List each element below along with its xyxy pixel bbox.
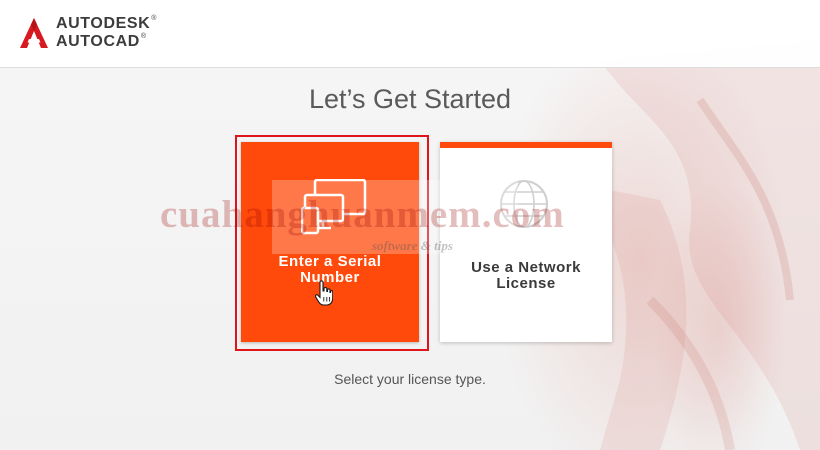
- license-type-prompt: Select your license type.: [334, 371, 486, 387]
- hand-cursor-icon: [315, 280, 333, 306]
- brand-company: AUTODESK®: [56, 15, 158, 32]
- app-header: AUTODESK® AUTOCAD®: [0, 0, 820, 68]
- use-network-license-label: Use a Network License: [471, 259, 581, 292]
- watermark-subtext: software & tips: [372, 238, 453, 253]
- page-title: Let’s Get Started: [308, 84, 512, 114]
- autodesk-logo-icon: [20, 18, 48, 48]
- brand-product: AUTOCAD®: [56, 33, 147, 50]
- watermark-text: cuahanghuanmem.com: [160, 193, 565, 236]
